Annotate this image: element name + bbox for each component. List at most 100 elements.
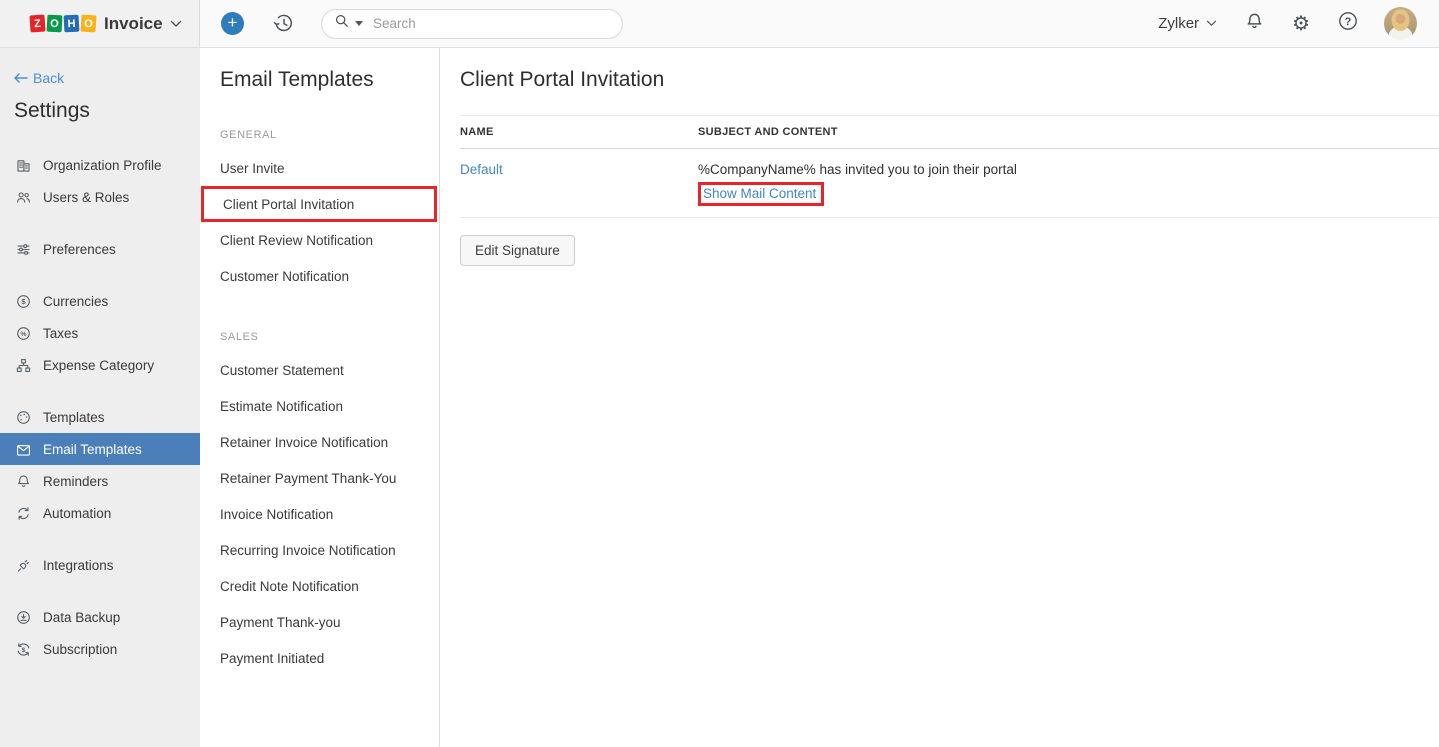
sidebar-item-reminders[interactable]: Reminders	[0, 465, 200, 497]
template-item-retainer-payment-thank-you[interactable]: Retainer Payment Thank-You	[200, 460, 439, 496]
notifications-bell-icon[interactable]	[1244, 11, 1265, 37]
sidebar-item-email-templates[interactable]: Email Templates	[0, 433, 200, 465]
app-logo[interactable]: Z O H O Invoice	[0, 0, 200, 48]
sidebar-item-label: Taxes	[43, 326, 78, 341]
sidebar-item-label: Email Templates	[43, 442, 142, 457]
template-item-label: Payment Thank-you	[220, 615, 341, 630]
global-search[interactable]	[321, 9, 623, 39]
chevron-down-icon[interactable]	[170, 20, 182, 28]
settings-sidebar: Back Settings Organization Profile	[0, 48, 200, 747]
search-input[interactable]	[373, 16, 610, 31]
chevron-down-icon	[1206, 20, 1217, 27]
palette-icon	[14, 408, 32, 426]
org-name: Zylker	[1158, 15, 1199, 32]
template-item-estimate-notification[interactable]: Estimate Notification	[200, 388, 439, 424]
template-item-credit-note-notification[interactable]: Credit Note Notification	[200, 568, 439, 604]
settings-nav: Organization Profile Users & Roles	[0, 149, 200, 665]
template-name-link[interactable]: Default	[460, 162, 503, 177]
top-bar-main: + Zylker	[200, 0, 1439, 48]
search-icon	[334, 13, 350, 34]
panel-title: Email Templates	[220, 68, 439, 92]
settings-gear-icon[interactable]: ⚙	[1292, 13, 1310, 35]
settings-title: Settings	[14, 99, 200, 123]
template-item-label: Credit Note Notification	[220, 579, 359, 594]
template-item-payment-initiated[interactable]: Payment Initiated	[200, 640, 439, 676]
top-bar-right: Zylker ⚙ ?	[1158, 7, 1439, 40]
page-title: Client Portal Invitation	[460, 68, 1439, 92]
sidebar-item-preferences[interactable]: Preferences	[0, 233, 200, 265]
section-header-general: GENERAL	[220, 129, 439, 141]
email-templates-panel: Email Templates GENERAL User Invite Clie…	[200, 48, 440, 747]
sidebar-item-integrations[interactable]: Integrations	[0, 549, 200, 581]
search-scope-caret-icon[interactable]	[355, 21, 363, 26]
logo-tile: Z	[29, 14, 45, 32]
column-header-name: NAME	[460, 126, 698, 138]
sidebar-item-label: Preferences	[43, 242, 116, 257]
template-item-retainer-invoice-notification[interactable]: Retainer Invoice Notification	[200, 424, 439, 460]
edit-signature-button[interactable]: Edit Signature	[460, 235, 575, 266]
dollar-cycle-icon: $	[14, 640, 32, 658]
show-mail-content-link[interactable]: Show Mail Content	[703, 186, 816, 201]
sidebar-item-label: Integrations	[43, 558, 114, 573]
table-header: NAME SUBJECT AND CONTENT	[460, 115, 1439, 149]
svg-text:$: $	[21, 647, 25, 654]
template-item-invoice-notification[interactable]: Invoice Notification	[200, 496, 439, 532]
template-detail-panel: Client Portal Invitation NAME SUBJECT AN…	[440, 48, 1439, 747]
template-item-label: Invoice Notification	[220, 507, 333, 522]
bell-icon	[14, 472, 32, 490]
logo-tile: O	[47, 15, 63, 33]
quick-create-button[interactable]: +	[221, 12, 244, 35]
users-icon	[14, 188, 32, 206]
product-name: Invoice	[104, 14, 163, 34]
template-item-user-invite[interactable]: User Invite	[200, 150, 439, 186]
back-link[interactable]: Back	[14, 70, 64, 86]
sliders-icon	[14, 240, 32, 258]
zoho-logo-icon: Z O H O	[30, 15, 96, 32]
sidebar-item-currencies[interactable]: $ Currencies	[0, 285, 200, 317]
template-item-label: Retainer Payment Thank-You	[220, 471, 396, 486]
building-icon	[14, 156, 32, 174]
sidebar-item-expense-category[interactable]: Expense Category	[0, 349, 200, 381]
help-icon[interactable]: ?	[1337, 10, 1359, 37]
sidebar-item-templates[interactable]: Templates	[0, 401, 200, 433]
sidebar-item-taxes[interactable]: % Taxes	[0, 317, 200, 349]
template-item-label: Customer Notification	[220, 269, 349, 284]
subject-text: %CompanyName% has invited you to join th…	[698, 162, 1439, 177]
template-item-recurring-invoice-notification[interactable]: Recurring Invoice Notification	[200, 532, 439, 568]
top-bar: Z O H O Invoice + Zylker	[0, 0, 1439, 48]
currency-dollar-icon: $	[14, 292, 32, 310]
template-table: NAME SUBJECT AND CONTENT Default %Compan…	[460, 115, 1439, 218]
org-switcher[interactable]: Zylker	[1158, 15, 1217, 32]
sidebar-item-label: Expense Category	[43, 358, 154, 373]
template-item-customer-statement[interactable]: Customer Statement	[200, 352, 439, 388]
sidebar-item-label: Users & Roles	[43, 190, 129, 205]
sidebar-item-users-roles[interactable]: Users & Roles	[0, 181, 200, 213]
template-item-client-portal-invitation highlight-annotation[interactable]: Client Portal Invitation	[201, 186, 437, 222]
envelope-icon	[14, 440, 32, 458]
back-label: Back	[33, 70, 64, 86]
template-item-label: Client Review Notification	[220, 233, 373, 248]
template-item-customer-notification[interactable]: Customer Notification	[200, 258, 439, 294]
back-arrow-icon	[14, 73, 28, 83]
download-circle-icon	[14, 608, 32, 626]
template-item-label: Payment Initiated	[220, 651, 324, 666]
logo-tile: O	[80, 14, 96, 32]
sidebar-item-label: Templates	[43, 410, 105, 425]
recent-history-icon[interactable]	[272, 12, 295, 35]
template-item-label: Customer Statement	[220, 363, 344, 378]
plug-icon	[14, 556, 32, 574]
svg-text:?: ?	[1345, 16, 1352, 28]
sidebar-item-label: Automation	[43, 506, 111, 521]
svg-text:$: $	[21, 297, 26, 306]
template-item-client-review-notification[interactable]: Client Review Notification	[200, 222, 439, 258]
sidebar-item-data-backup[interactable]: Data Backup	[0, 601, 200, 633]
user-avatar[interactable]	[1384, 7, 1417, 40]
sidebar-item-organization-profile[interactable]: Organization Profile	[0, 149, 200, 181]
svg-text:%: %	[20, 331, 26, 338]
sidebar-item-subscription[interactable]: $ Subscription	[0, 633, 200, 665]
sidebar-item-label: Reminders	[43, 474, 108, 489]
sidebar-item-automation[interactable]: Automation	[0, 497, 200, 529]
section-header-sales: SALES	[220, 331, 439, 343]
sidebar-item-label: Currencies	[43, 294, 108, 309]
template-item-payment-thank-you[interactable]: Payment Thank-you	[200, 604, 439, 640]
